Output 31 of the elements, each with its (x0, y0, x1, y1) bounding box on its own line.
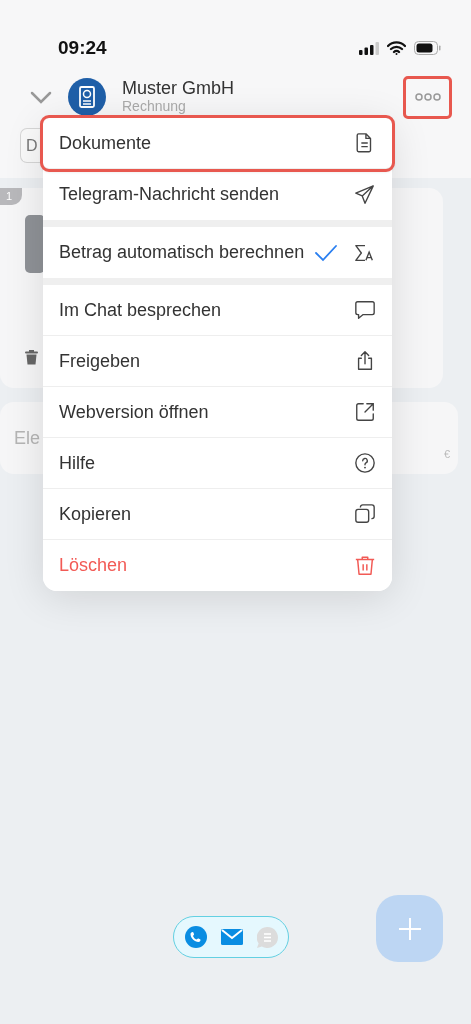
currency-label: € (443, 447, 450, 462)
signal-icon (359, 41, 379, 55)
trash-icon (354, 554, 376, 577)
menu-item[interactable]: Kopieren (43, 489, 392, 540)
status-time: 09:24 (58, 35, 107, 60)
chevron-down-icon[interactable] (30, 90, 52, 104)
menu-item[interactable]: Dokumente (43, 118, 392, 169)
menu-item[interactable]: Betrag automatisch berechnen (43, 227, 392, 278)
phone-icon[interactable] (184, 926, 207, 948)
index-badge: 1 (0, 188, 23, 205)
trash-icon[interactable] (25, 350, 38, 365)
plus-icon[interactable] (397, 916, 422, 941)
more-button[interactable] (406, 78, 449, 116)
help-icon (354, 452, 376, 474)
wifi-icon (387, 41, 406, 55)
menu-item[interactable]: Hilfe (43, 438, 392, 489)
image-placeholder-icon (25, 215, 45, 273)
header-title: Muster GmbH (122, 79, 236, 100)
menu-item[interactable]: Freigeben (43, 336, 392, 387)
copy-icon (354, 503, 376, 525)
paper-plane-icon (354, 183, 376, 206)
menu-item[interactable]: Telegram-Nachricht senden (43, 169, 392, 220)
more-icon[interactable] (414, 93, 441, 101)
chat-bubble-icon (354, 299, 376, 321)
menu-item[interactable]: Webversion öffnen (43, 387, 392, 438)
battery-icon (414, 41, 441, 55)
invoice-avatar-icon (68, 78, 106, 116)
menu-item[interactable]: Im Chat besprechen (43, 285, 392, 336)
external-link-icon (354, 401, 376, 423)
mail-icon[interactable] (220, 929, 243, 945)
header-subtitle: Rechnung (122, 99, 187, 115)
